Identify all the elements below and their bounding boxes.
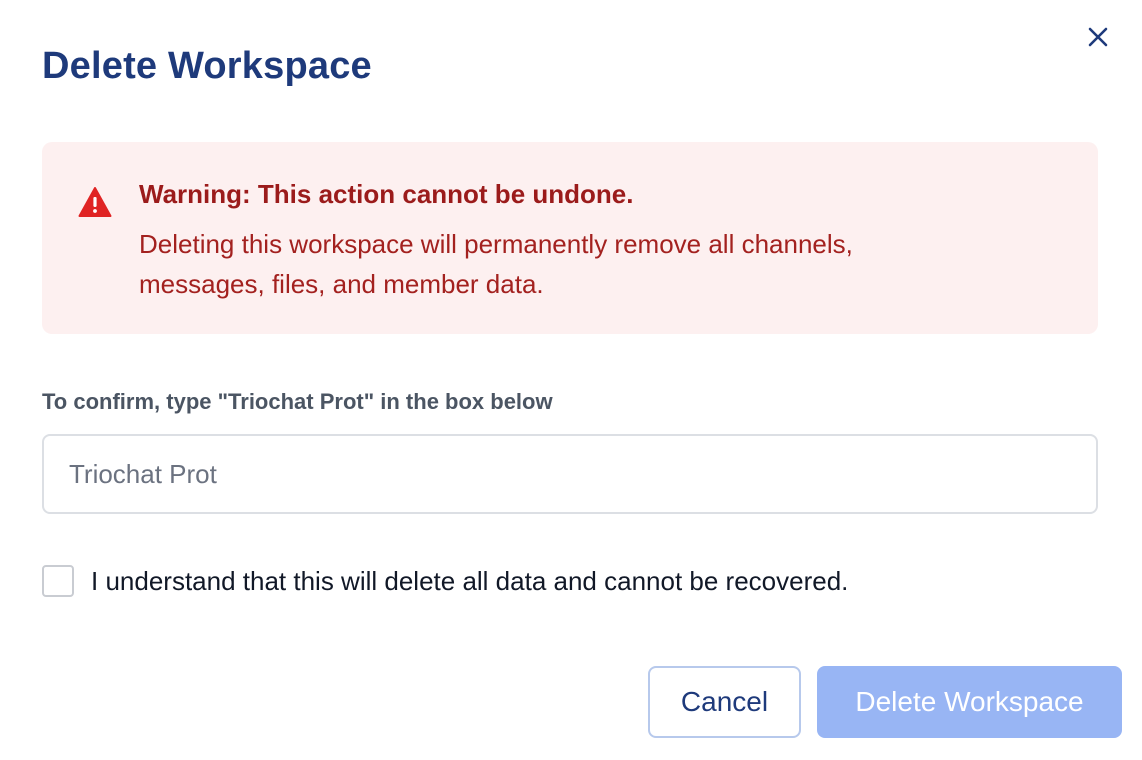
delete-workspace-button[interactable]: Delete Workspace [817, 666, 1122, 738]
acknowledge-row: I understand that this will delete all d… [42, 564, 848, 598]
warning-title: Warning: This action cannot be undone. [139, 179, 634, 209]
close-button[interactable] [1080, 20, 1116, 56]
warning-message: Deleting this workspace will permanently… [139, 224, 1039, 304]
dialog-title: Delete Workspace [42, 45, 372, 87]
acknowledge-checkbox[interactable] [42, 565, 74, 597]
delete-workspace-dialog: Delete Workspace Warning: This action ca… [0, 0, 1142, 760]
close-icon [1087, 26, 1109, 51]
warning-alert: Warning: This action cannot be undone. D… [42, 142, 1098, 334]
warning-message-line: Deleting this workspace will permanently… [139, 229, 853, 259]
confirm-name-input[interactable] [42, 434, 1098, 514]
cancel-button[interactable]: Cancel [648, 666, 801, 738]
acknowledge-label[interactable]: I understand that this will delete all d… [91, 564, 848, 598]
warning-triangle-icon [78, 186, 112, 218]
warning-message-line: messages, files, and member data. [139, 269, 544, 299]
confirm-label: To confirm, type "Triochat Prot" in the … [42, 389, 553, 414]
